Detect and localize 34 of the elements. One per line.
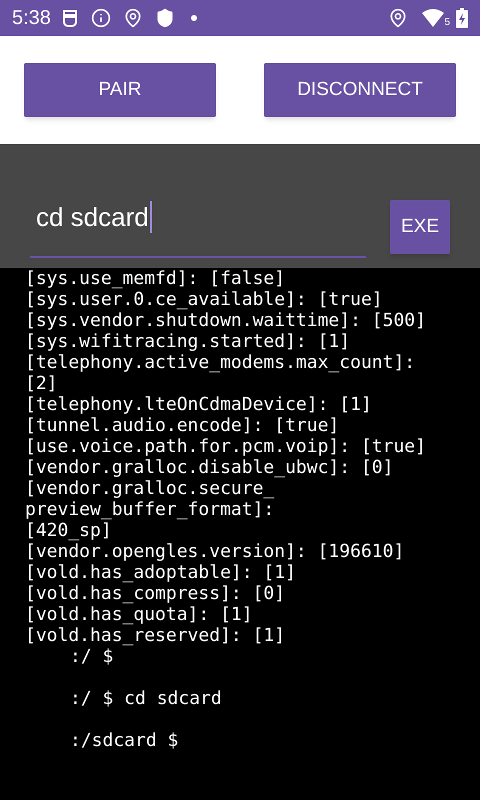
location-icon	[122, 8, 143, 28]
output-line: [vendor.gralloc.disable_ubwc]: [0]	[25, 457, 394, 478]
output-line: [vendor.gralloc.secure_	[25, 478, 276, 499]
output-line: [420_sp]	[25, 520, 113, 541]
output-line: [telephony.active_modems.max_count]:	[25, 352, 416, 373]
text-cursor	[150, 201, 152, 233]
output-line: [2]	[25, 373, 59, 394]
output-line: [vold.has_reserved]: [1]	[25, 625, 286, 646]
output-line: [sys.user.0.ce_available]: [true]	[25, 289, 384, 310]
output-line: [sys.use_memfd]: [false]	[25, 268, 286, 289]
output-line: preview_buffer_format]:	[25, 499, 276, 520]
prompt-line: :/sdcard $	[69, 730, 180, 751]
command-field[interactable]: cd sdcard	[30, 178, 366, 258]
wifi-level-label: 5	[444, 16, 450, 30]
output-line: [telephony.lteOnCdmaDevice]: [1]	[25, 394, 373, 415]
output-line: [vold.has_adoptable]: [1]	[25, 562, 297, 583]
wifi-icon	[422, 9, 444, 27]
info-icon	[90, 8, 111, 28]
prompt-line: :/ $ cd sdcard	[69, 688, 223, 709]
output-line: [tunnel.audio.encode]: [true]	[25, 415, 340, 436]
action-button[interactable]: DISCONNECT	[264, 63, 456, 117]
exe-button[interactable]: EXE	[390, 200, 450, 254]
action-button[interactable]: PAIR	[24, 63, 216, 117]
battery-icon	[456, 8, 468, 28]
output-line: [vold.has_quota]: [1]	[25, 604, 254, 625]
output-line: [sys.wifitracing.started]: [1]	[25, 331, 352, 352]
clock: 5:38	[12, 6, 51, 31]
output-line: [vold.has_compress]: [0]	[25, 583, 286, 604]
location-icon	[388, 8, 408, 28]
output-line: [sys.vendor.shutdown.waittime]: [500]	[25, 310, 427, 331]
output-line: [use.voice.path.for.pcm.voip]: [true]	[25, 436, 427, 457]
shield-icon	[154, 8, 175, 28]
prompt-line: :/ $	[69, 646, 114, 667]
output-line: [vendor.opengles.version]: [196610]	[25, 541, 406, 562]
